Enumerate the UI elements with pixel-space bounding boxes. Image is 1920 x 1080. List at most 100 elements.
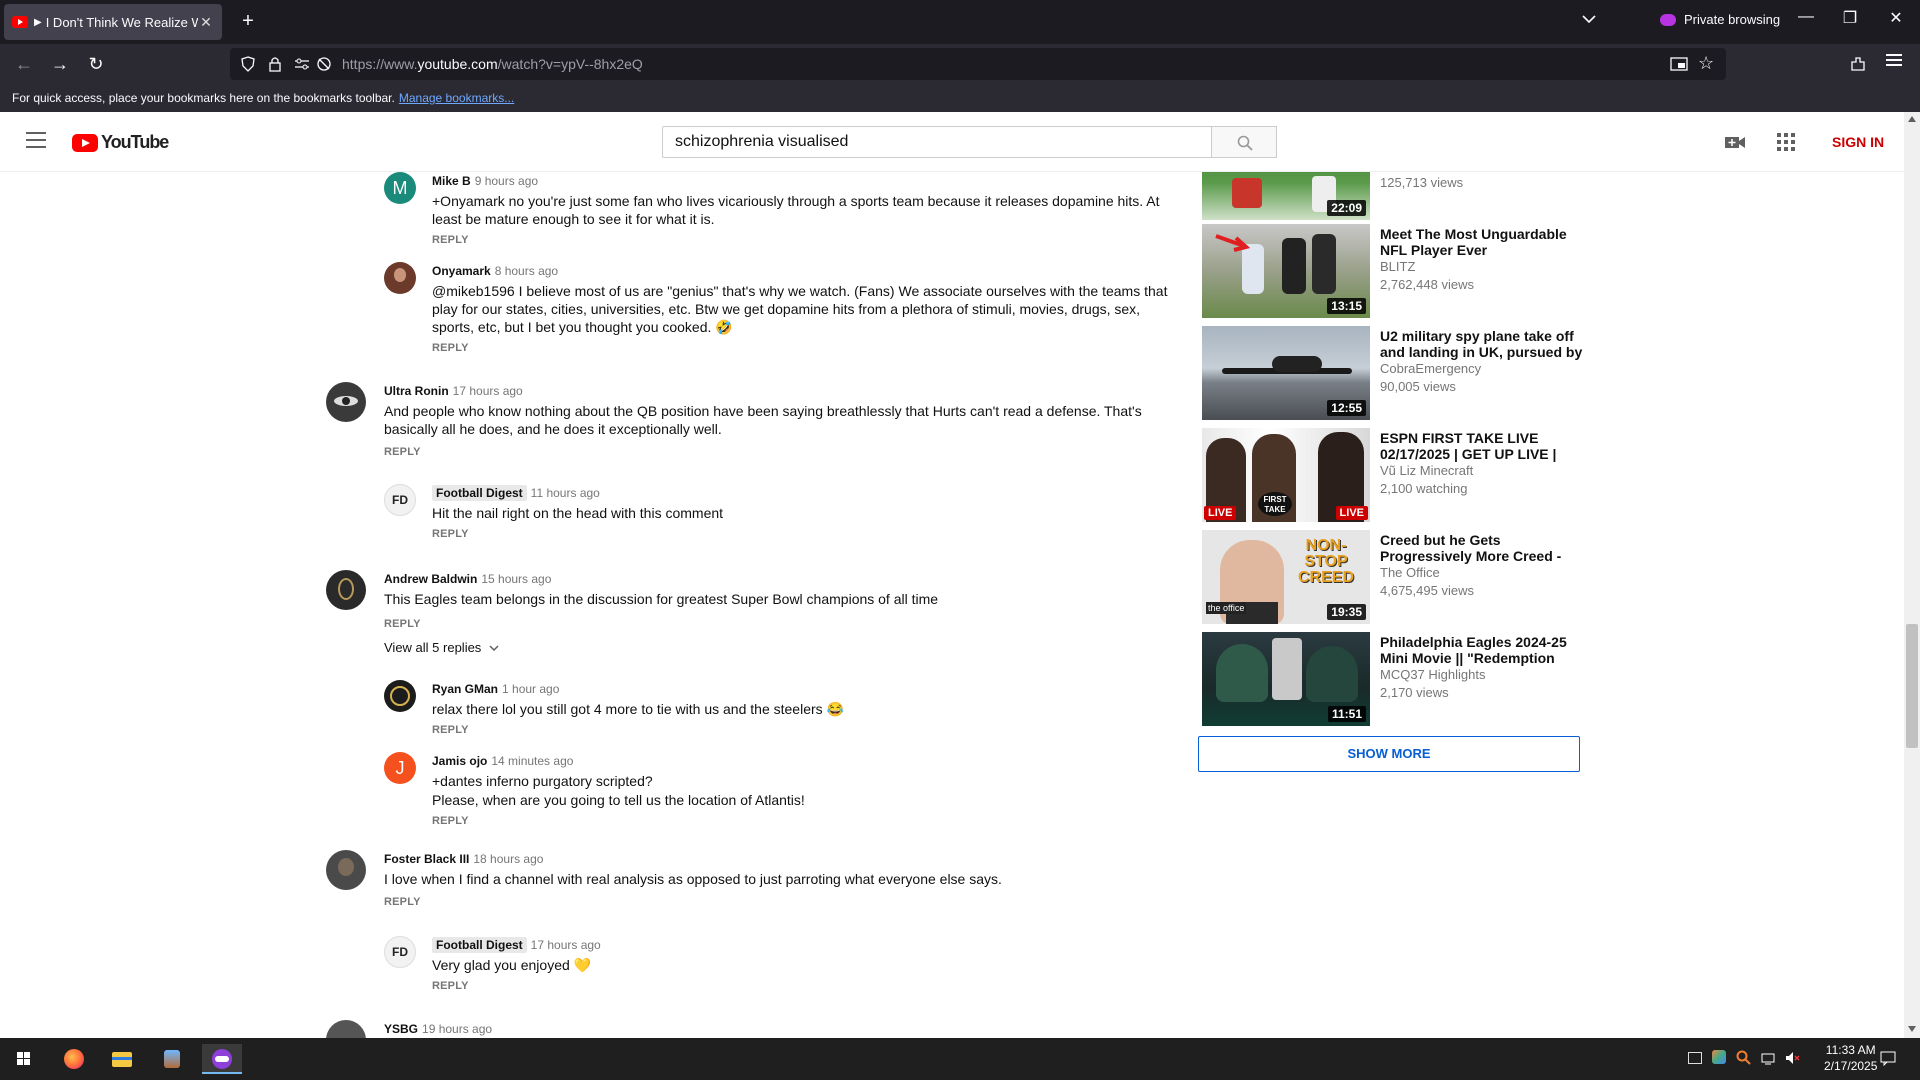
reply-button[interactable]: REPLY bbox=[432, 528, 1192, 540]
comment-author[interactable]: Ultra Ronin bbox=[384, 384, 449, 398]
comment-time[interactable]: 18 hours ago bbox=[473, 852, 543, 866]
comment-time[interactable]: 1 hour ago bbox=[502, 682, 559, 696]
recommended-video[interactable]: 12:55 U2 military spy plane take off and… bbox=[1202, 326, 1602, 422]
picture-in-picture-icon[interactable] bbox=[1670, 56, 1688, 72]
autoplay-blocked-icon[interactable] bbox=[316, 56, 332, 72]
url-text[interactable]: https://www.youtube.com/watch?v=ypV--8hx… bbox=[342, 56, 643, 72]
new-tab-button[interactable]: + bbox=[236, 10, 260, 33]
view-replies-toggle[interactable]: View all 5 replies bbox=[384, 640, 1184, 655]
comment-time[interactable]: 9 hours ago bbox=[475, 174, 538, 188]
shield-icon[interactable] bbox=[240, 56, 256, 72]
football-digest-logo-icon[interactable]: FD bbox=[384, 936, 416, 968]
file-explorer-icon[interactable] bbox=[102, 1044, 142, 1074]
guide-menu-icon[interactable] bbox=[26, 132, 46, 153]
search-input[interactable]: schizophrenia visualised bbox=[662, 126, 1212, 158]
youtube-logo[interactable]: YouTube bbox=[72, 132, 169, 153]
back-arrow-icon[interactable]: ← bbox=[12, 52, 36, 76]
recommended-video[interactable]: 22:09 125,713 views bbox=[1202, 172, 1602, 220]
permissions-icon[interactable] bbox=[294, 57, 310, 71]
video-thumbnail[interactable]: 11:51 bbox=[1202, 632, 1370, 726]
address-bar[interactable]: https://www.youtube.com/watch?v=ypV--8hx… bbox=[230, 48, 1726, 80]
lock-icon[interactable] bbox=[268, 56, 282, 72]
comment-time[interactable]: 15 hours ago bbox=[481, 572, 551, 586]
comment-author[interactable]: Ryan GMan bbox=[432, 682, 498, 696]
comment-author[interactable]: Jamis ojo bbox=[432, 754, 487, 768]
reply-button[interactable]: REPLY bbox=[432, 724, 1192, 736]
manage-bookmarks-link[interactable]: Manage bookmarks... bbox=[399, 91, 514, 105]
comment-author[interactable]: Onyamark bbox=[432, 264, 491, 278]
video-title[interactable]: U2 military spy plane take off and landi… bbox=[1380, 328, 1590, 360]
avatar[interactable] bbox=[326, 850, 366, 890]
restore-button[interactable]: ❐ bbox=[1830, 8, 1870, 28]
show-more-button[interactable]: SHOW MORE bbox=[1198, 736, 1580, 772]
reload-icon[interactable]: ↻ bbox=[84, 52, 108, 76]
comment-author[interactable]: YSBG bbox=[384, 1022, 418, 1036]
apps-grid-icon[interactable] bbox=[1776, 132, 1798, 152]
recommended-video[interactable]: 13:15 Meet The Most Unguardable NFL Play… bbox=[1202, 224, 1602, 320]
scroll-up-arrow-icon[interactable] bbox=[1908, 116, 1916, 122]
comment-author[interactable]: Football Digest bbox=[432, 485, 527, 501]
video-channel[interactable]: The Office bbox=[1380, 564, 1440, 582]
tray-colorful-icon[interactable] bbox=[1712, 1050, 1728, 1066]
reply-button[interactable]: REPLY bbox=[432, 234, 1192, 246]
private-firefox-taskbar-icon[interactable] bbox=[202, 1044, 242, 1074]
avatar[interactable] bbox=[384, 262, 416, 294]
video-title[interactable]: ESPN FIRST TAKE LIVE 02/17/2025 | GET UP… bbox=[1380, 430, 1590, 462]
video-channel[interactable]: CobraEmergency bbox=[1380, 360, 1481, 378]
avatar[interactable]: J bbox=[384, 752, 416, 784]
forward-arrow-icon[interactable]: → bbox=[48, 52, 72, 76]
avatar[interactable] bbox=[326, 1020, 366, 1038]
avatar[interactable] bbox=[326, 382, 366, 422]
reply-button[interactable]: REPLY bbox=[384, 446, 1184, 458]
comment-time[interactable]: 8 hours ago bbox=[495, 264, 558, 278]
comment-time[interactable]: 14 minutes ago bbox=[491, 754, 573, 768]
page-scrollbar[interactable] bbox=[1904, 112, 1920, 1038]
reply-button[interactable]: REPLY bbox=[384, 896, 1184, 908]
create-video-icon[interactable] bbox=[1724, 132, 1746, 152]
recommended-video[interactable]: FIRST TAKE LIVE LIVE ESPN FIRST TAKE LIV… bbox=[1202, 428, 1602, 524]
video-thumbnail[interactable]: 22:09 bbox=[1202, 172, 1370, 220]
video-channel[interactable]: BLITZ bbox=[1380, 258, 1415, 276]
comment-author[interactable]: Andrew Baldwin bbox=[384, 572, 477, 586]
comment-author[interactable]: Foster Black III bbox=[384, 852, 469, 866]
video-thumbnail[interactable]: 13:15 bbox=[1202, 224, 1370, 318]
taskbar-clock[interactable]: 11:33 AM 2/17/2025 bbox=[1824, 1042, 1877, 1074]
recommended-video[interactable]: 11:51 Philadelphia Eagles 2024-25 Mini M… bbox=[1202, 632, 1602, 728]
football-digest-logo-icon[interactable]: FD bbox=[384, 484, 416, 516]
tray-search-icon[interactable] bbox=[1736, 1050, 1752, 1066]
video-title[interactable]: Creed but he Gets Progressively More Cre… bbox=[1380, 532, 1590, 564]
notifications-icon[interactable] bbox=[1880, 1050, 1896, 1066]
comment-time[interactable]: 19 hours ago bbox=[422, 1022, 492, 1036]
reply-button[interactable]: REPLY bbox=[432, 980, 1192, 992]
avatar[interactable]: M bbox=[384, 172, 416, 204]
firefox-taskbar-icon[interactable] bbox=[54, 1044, 94, 1074]
comment-time[interactable]: 17 hours ago bbox=[531, 938, 601, 952]
video-title[interactable]: Philadelphia Eagles 2024-25 Mini Movie |… bbox=[1380, 634, 1590, 666]
bookmark-star-icon[interactable]: ☆ bbox=[1698, 53, 1714, 74]
windows-start-icon[interactable] bbox=[4, 1044, 44, 1074]
video-thumbnail[interactable]: NON-STOP CREED the office 19:35 bbox=[1202, 530, 1370, 624]
list-tabs-chevron-icon[interactable] bbox=[1582, 14, 1596, 24]
comment-time[interactable]: 11 hours ago bbox=[531, 486, 600, 500]
comment-author[interactable]: Football Digest bbox=[432, 937, 527, 953]
close-window-button[interactable]: ✕ bbox=[1876, 8, 1916, 28]
video-channel[interactable]: Vũ Liz Minecraft bbox=[1380, 462, 1473, 480]
avatar[interactable] bbox=[326, 570, 366, 610]
sign-in-button[interactable]: SIGN IN bbox=[1832, 134, 1884, 150]
app-taskbar-icon[interactable] bbox=[152, 1044, 192, 1074]
extensions-icon[interactable] bbox=[1850, 56, 1866, 72]
network-icon[interactable] bbox=[1760, 1050, 1776, 1066]
search-button[interactable] bbox=[1211, 126, 1277, 158]
video-thumbnail[interactable]: FIRST TAKE LIVE LIVE bbox=[1202, 428, 1370, 522]
video-channel[interactable]: MCQ37 Highlights bbox=[1380, 666, 1486, 684]
tray-app-icon[interactable] bbox=[1688, 1050, 1704, 1066]
avatar[interactable] bbox=[384, 680, 416, 712]
volume-muted-icon[interactable] bbox=[1784, 1050, 1800, 1066]
reply-button[interactable]: REPLY bbox=[384, 618, 1184, 630]
reply-button[interactable]: REPLY bbox=[432, 342, 1192, 354]
minimize-button[interactable]: — bbox=[1786, 8, 1826, 26]
video-thumbnail[interactable]: 12:55 bbox=[1202, 326, 1370, 420]
scroll-down-arrow-icon[interactable] bbox=[1908, 1026, 1916, 1032]
close-tab-icon[interactable]: ✕ bbox=[198, 14, 214, 31]
active-tab[interactable]: ▶ I Don't Think We Realize Wh ✕ bbox=[4, 4, 222, 40]
